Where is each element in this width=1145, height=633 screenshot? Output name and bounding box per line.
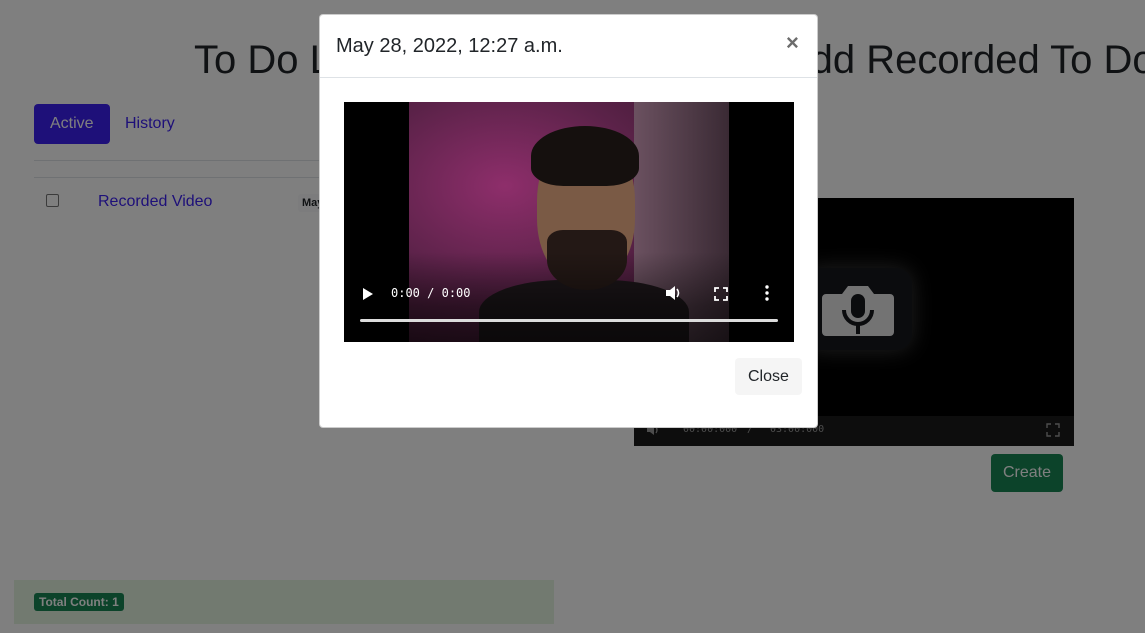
play-icon[interactable] [362, 287, 374, 306]
close-button[interactable]: Close [735, 358, 802, 395]
video-duration: 0:00 [441, 286, 471, 300]
video-progress-bar[interactable] [360, 319, 778, 322]
modal-header: May 28, 2022, 12:27 a.m. × [320, 15, 817, 78]
video-modal: May 28, 2022, 12:27 a.m. × 0:00 / 0:00 C… [319, 14, 818, 428]
video-player[interactable]: 0:00 / 0:00 [344, 102, 794, 342]
time-separator: / [427, 286, 435, 300]
video-time: 0:00 / 0:00 [391, 286, 471, 300]
fullscreen-icon[interactable] [714, 287, 728, 306]
volume-icon[interactable] [664, 284, 682, 307]
close-icon[interactable]: × [786, 29, 799, 57]
video-controls: 0:00 / 0:00 [344, 252, 794, 342]
video-current-time: 0:00 [391, 286, 420, 300]
person-hair [531, 126, 639, 186]
more-options-icon[interactable] [764, 285, 770, 306]
modal-title: May 28, 2022, 12:27 a.m. [336, 35, 563, 57]
